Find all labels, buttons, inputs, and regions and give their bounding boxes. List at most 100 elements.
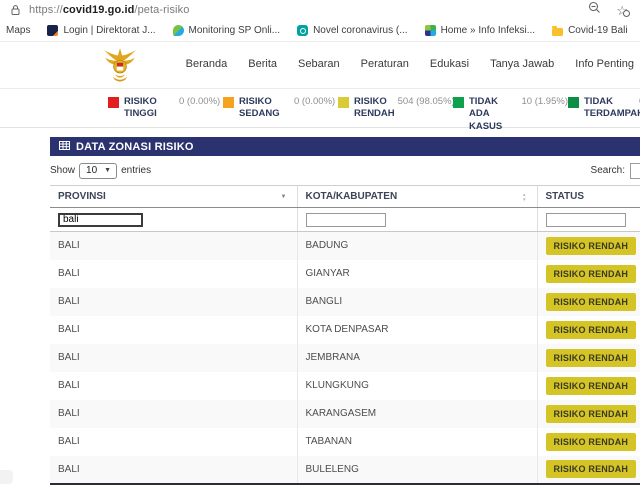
provinsi-filter-input[interactable] bbox=[58, 213, 143, 227]
table-row: BALI KOTA DENPASAR RISIKO RENDAH bbox=[50, 316, 640, 344]
status-badge: RISIKO RENDAH bbox=[546, 265, 637, 283]
nav-item[interactable]: Beranda bbox=[186, 58, 228, 70]
cell-status: RISIKO RENDAH bbox=[537, 372, 640, 400]
nav-item[interactable]: Peraturan bbox=[361, 58, 409, 70]
table-row: BALI KARANGASEM RISIKO RENDAH bbox=[50, 400, 640, 428]
legend-item: TIDAK TERDAMPAK 0 (0.00%) bbox=[568, 96, 640, 127]
bookmark-item[interactable]: Maps bbox=[6, 25, 30, 36]
status-badge: RISIKO RENDAH bbox=[546, 405, 637, 423]
cell-status: RISIKO RENDAH bbox=[537, 456, 640, 484]
cell-provinsi: BALI bbox=[50, 260, 297, 288]
column-header-kota[interactable]: KOTA/KABUPATEN bbox=[297, 186, 537, 208]
table-controls: Show 10 ▼ entries Search: bbox=[50, 156, 640, 185]
garuda-logo bbox=[102, 45, 138, 90]
cell-status: RISIKO RENDAH bbox=[537, 288, 640, 316]
entries-label: entries bbox=[121, 165, 151, 176]
table-row: BALI GIANYAR RISIKO RENDAH bbox=[50, 260, 640, 288]
bookmark-item[interactable]: Novel coronavirus (... bbox=[297, 25, 407, 36]
cell-provinsi: BALI bbox=[50, 316, 297, 344]
status-badge: RISIKO RENDAH bbox=[546, 460, 637, 478]
folder-icon bbox=[552, 28, 563, 36]
entries-select[interactable]: 10 ▼ bbox=[79, 163, 117, 179]
cell-provinsi: BALI bbox=[50, 400, 297, 428]
show-label: Show bbox=[50, 165, 75, 176]
bookmark-label: Login | Direktorat J... bbox=[63, 25, 155, 36]
nav-item[interactable]: Tanya Jawab bbox=[490, 58, 554, 70]
risk-legend: RISIKO TINGGI 0 (0.00%) RISIKO SEDANG 0 … bbox=[0, 88, 640, 128]
status-badge: RISIKO RENDAH bbox=[546, 321, 637, 339]
kota-filter-input[interactable] bbox=[306, 213, 386, 227]
corona-icon bbox=[297, 25, 308, 36]
search-control: Search: bbox=[591, 163, 640, 179]
main-nav: Beranda Berita Sebaran Peraturan Edukasi… bbox=[186, 58, 634, 70]
cell-status: RISIKO RENDAH bbox=[537, 316, 640, 344]
cell-provinsi: BALI bbox=[50, 232, 297, 260]
table-row: BALI JEMBRANA RISIKO RENDAH bbox=[50, 344, 640, 372]
table-grid-icon bbox=[59, 141, 70, 153]
login-icon bbox=[47, 25, 58, 36]
legend-item: RISIKO TINGGI 0 (0.00%) bbox=[108, 96, 223, 127]
status-badge: RISIKO RENDAH bbox=[546, 237, 637, 255]
monitor-icon bbox=[173, 25, 184, 36]
legend-color-swatch bbox=[108, 97, 119, 108]
status-badge: RISIKO RENDAH bbox=[546, 433, 637, 451]
cell-kota: JEMBRANA bbox=[297, 344, 537, 372]
nav-item[interactable]: Edukasi bbox=[430, 58, 469, 70]
table-body: BALI BADUNG RISIKO RENDAH BALI GIANYAR R… bbox=[50, 232, 640, 484]
cell-provinsi: BALI bbox=[50, 372, 297, 400]
favorites-star-icon[interactable]: ☆ bbox=[616, 4, 628, 17]
legend-label: TIDAK ADA KASUS bbox=[469, 96, 519, 133]
data-zonasi-panel: DATA ZONASI RISIKO Show 10 ▼ entries Sea… bbox=[50, 137, 640, 485]
status-bubble bbox=[0, 470, 13, 484]
legend-label: RISIKO SEDANG bbox=[239, 96, 291, 121]
cell-kota: BADUNG bbox=[297, 232, 537, 260]
bookmark-item[interactable]: Covid-19 Bali bbox=[552, 25, 627, 36]
table-row: BALI TABANAN RISIKO RENDAH bbox=[50, 428, 640, 456]
cell-provinsi: BALI bbox=[50, 288, 297, 316]
cell-status: RISIKO RENDAH bbox=[537, 400, 640, 428]
cell-provinsi: BALI bbox=[50, 344, 297, 372]
legend-color-swatch bbox=[338, 97, 349, 108]
cell-provinsi: BALI bbox=[50, 456, 297, 484]
nav-item[interactable]: Info Penting bbox=[575, 58, 634, 70]
column-header-provinsi[interactable]: PROVINSI bbox=[50, 186, 297, 208]
bookmark-item[interactable]: Monitoring SP Onli... bbox=[173, 25, 281, 36]
legend-count: 0 (0.00%) bbox=[179, 96, 220, 107]
nav-item[interactable]: Sebaran bbox=[298, 58, 340, 70]
legend-color-swatch bbox=[568, 97, 579, 108]
bookmark-item[interactable]: Login | Direktorat J... bbox=[47, 25, 155, 36]
cell-kota: KLUNGKUNG bbox=[297, 372, 537, 400]
cell-kota: TABANAN bbox=[297, 428, 537, 456]
site-header: Beranda Berita Sebaran Peraturan Edukasi… bbox=[0, 42, 640, 88]
zoom-out-icon[interactable] bbox=[588, 1, 601, 19]
lock-icon bbox=[10, 4, 21, 16]
url-text[interactable]: https://covid19.go.id/peta-risiko bbox=[29, 4, 580, 16]
panel-title: DATA ZONASI RISIKO bbox=[76, 141, 194, 153]
table-header-row: PROVINSI KOTA/KABUPATEN STATUS bbox=[50, 186, 640, 208]
bookmark-label: Home » Info Infeksi... bbox=[441, 25, 536, 36]
address-bar[interactable]: https://covid19.go.id/peta-risiko ☆ bbox=[0, 0, 640, 20]
status-filter-input[interactable] bbox=[546, 213, 626, 227]
cell-provinsi: BALI bbox=[50, 428, 297, 456]
bookmark-label: Maps bbox=[6, 25, 30, 36]
legend-color-swatch bbox=[453, 97, 464, 108]
status-badge: RISIKO RENDAH bbox=[546, 293, 637, 311]
legend-item: RISIKO RENDAH 504 (98.05%) bbox=[338, 96, 453, 127]
table-row: BALI BANGLI RISIKO RENDAH bbox=[50, 288, 640, 316]
cell-status: RISIKO RENDAH bbox=[537, 260, 640, 288]
column-header-status[interactable]: STATUS bbox=[537, 186, 640, 208]
status-badge: RISIKO RENDAH bbox=[546, 377, 637, 395]
search-input[interactable] bbox=[630, 163, 640, 179]
bookmark-item[interactable]: Home » Info Infeksi... bbox=[425, 25, 536, 36]
bookmark-label: Monitoring SP Onli... bbox=[189, 25, 281, 36]
nav-item[interactable]: Berita bbox=[248, 58, 277, 70]
legend-color-swatch bbox=[223, 97, 234, 108]
table-row: BALI BADUNG RISIKO RENDAH bbox=[50, 232, 640, 260]
page-length-control: Show 10 ▼ entries bbox=[50, 163, 151, 179]
legend-item: RISIKO SEDANG 0 (0.00%) bbox=[223, 96, 338, 127]
bookmarks-bar: Maps Login | Direktorat J... Monitoring … bbox=[0, 20, 640, 42]
cell-kota: GIANYAR bbox=[297, 260, 537, 288]
entries-selected-value: 10 bbox=[86, 165, 97, 176]
cell-kota: BANGLI bbox=[297, 288, 537, 316]
risk-zone-table: PROVINSI KOTA/KABUPATEN STATUS BALI BADU… bbox=[50, 185, 640, 485]
